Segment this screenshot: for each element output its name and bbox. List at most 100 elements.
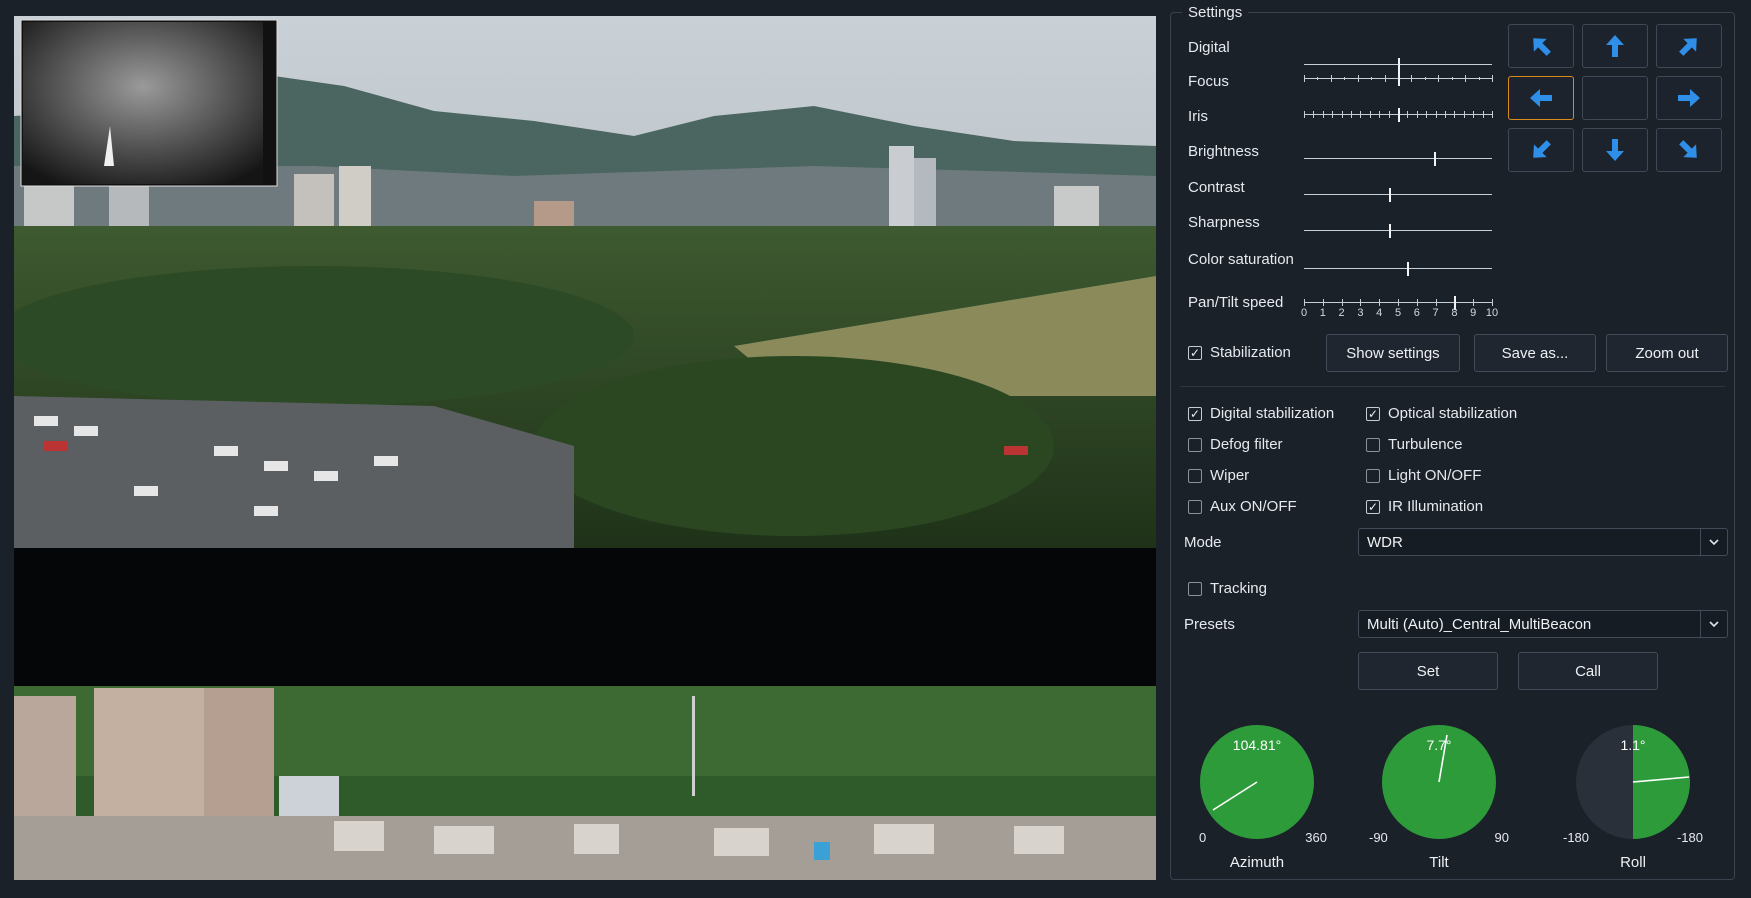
ptz-right-button[interactable] xyxy=(1656,76,1722,120)
option-label: Turbulence xyxy=(1388,436,1463,453)
speed-scale-label: 4 xyxy=(1376,307,1383,319)
ptz-up-button[interactable] xyxy=(1582,24,1648,68)
ptz-up-left-button[interactable] xyxy=(1508,24,1574,68)
label-contrast: Contrast xyxy=(1188,179,1245,196)
option-checkbox[interactable]: ✓ Digital stabilization xyxy=(1188,405,1334,422)
label-pan-tilt-speed: Pan/Tilt speed xyxy=(1188,294,1284,311)
arrow-down-left-icon xyxy=(1533,140,1551,158)
tracking-label: Tracking xyxy=(1210,580,1267,597)
preset-set-button[interactable]: Set xyxy=(1358,652,1498,690)
contrast-slider[interactable] xyxy=(1304,188,1492,202)
presets-select[interactable]: Multi (Auto)_Central_MultiBeacon xyxy=(1358,610,1728,638)
checkbox-box[interactable]: ✓ xyxy=(1188,406,1202,421)
dial-max-label: 90 xyxy=(1494,830,1509,845)
speed-scale-label: 0 xyxy=(1300,307,1308,319)
dial-caption: Roll xyxy=(1620,854,1646,871)
dial-caption: Tilt xyxy=(1429,854,1449,871)
checkbox-box[interactable] xyxy=(1366,468,1380,483)
show-settings-button[interactable]: Show settings xyxy=(1326,334,1460,372)
chevron-down-icon[interactable] xyxy=(1700,529,1727,555)
checkbox-box[interactable] xyxy=(1188,499,1202,514)
mode-label: Mode xyxy=(1184,534,1222,551)
label-sharpness: Sharpness xyxy=(1188,214,1260,231)
option-label: Defog filter xyxy=(1210,436,1283,453)
azimuth-dial: 104.81° 0 360 Azimuth xyxy=(1187,712,1327,872)
speed-scale-label: 8 xyxy=(1451,307,1458,319)
speed-scale-label: 9 xyxy=(1470,307,1477,319)
label-focus: Focus xyxy=(1188,73,1229,90)
tracking-checkbox[interactable]: Tracking xyxy=(1188,580,1267,597)
arrow-down-right-icon xyxy=(1679,140,1697,158)
save-as-button[interactable]: Save as... xyxy=(1474,334,1596,372)
arrow-left-icon xyxy=(1530,89,1552,107)
focus-slider[interactable] xyxy=(1304,72,1493,86)
dial-value: 1.1° xyxy=(1620,737,1646,753)
speed-scale-label: 1 xyxy=(1319,307,1326,319)
option-checkbox[interactable]: Light ON/OFF xyxy=(1366,467,1481,484)
sharpness-slider[interactable] xyxy=(1304,224,1492,238)
dial-max-label: 360 xyxy=(1305,830,1327,845)
option-checkbox[interactable]: ✓ IR Illumination xyxy=(1366,498,1483,515)
option-checkbox[interactable]: ✓ Optical stabilization xyxy=(1366,405,1517,422)
arrow-up-icon xyxy=(1606,35,1624,57)
preset-call-button[interactable]: Call xyxy=(1518,652,1658,690)
option-checkbox[interactable]: Defog filter xyxy=(1188,436,1283,453)
option-label: IR Illumination xyxy=(1388,498,1484,515)
dial-min-label: 0 xyxy=(1199,830,1207,845)
digital-slider[interactable] xyxy=(1304,58,1492,72)
option-label: Aux ON/OFF xyxy=(1210,498,1297,515)
speed-scale-label: 7 xyxy=(1432,307,1439,319)
section-divider xyxy=(1180,386,1725,387)
stabilization-checkbox[interactable]: ✓ Stabilization xyxy=(1188,344,1291,361)
ptz-up-right-button[interactable] xyxy=(1656,24,1722,68)
option-checkbox[interactable]: Turbulence xyxy=(1366,436,1463,453)
iris-slider[interactable] xyxy=(1304,108,1493,122)
speed-scale-label: 6 xyxy=(1413,307,1420,319)
option-checkbox[interactable]: Aux ON/OFF xyxy=(1188,498,1297,515)
checkbox-box[interactable]: ✓ xyxy=(1366,499,1380,514)
checkbox-box[interactable] xyxy=(1188,437,1202,452)
arrow-down-icon xyxy=(1606,139,1624,161)
label-digital: Digital xyxy=(1188,39,1230,56)
tracking-box[interactable] xyxy=(1188,581,1202,596)
ptz-left-button[interactable] xyxy=(1508,76,1574,120)
brightness-slider[interactable] xyxy=(1304,152,1492,166)
arrow-up-left-icon xyxy=(1533,38,1551,56)
color-saturation-slider[interactable] xyxy=(1304,262,1492,276)
checkbox-box[interactable]: ✓ xyxy=(1366,406,1380,421)
ptz-down-button[interactable] xyxy=(1582,128,1648,172)
ptz-down-left-button[interactable] xyxy=(1508,128,1574,172)
dial-max-label: -180 xyxy=(1676,830,1703,845)
chevron-down-icon[interactable] xyxy=(1700,611,1727,637)
main-camera-view xyxy=(14,16,1156,548)
stabilization-box[interactable]: ✓ xyxy=(1188,345,1202,360)
checkbox-box[interactable] xyxy=(1366,437,1380,452)
option-label: Optical stabilization xyxy=(1388,405,1518,422)
option-checkbox[interactable]: Wiper xyxy=(1188,467,1249,484)
settings-panel: Settings Digital Focus Iris Brightness C… xyxy=(1170,4,1735,882)
pan-tilt-speed-scale: 0 1 2 3 4 5 6 7 8 9 10 xyxy=(1300,307,1498,321)
checkbox-box[interactable] xyxy=(1188,468,1202,483)
ptz-down-right-button[interactable] xyxy=(1656,128,1722,172)
dial-value: 104.81° xyxy=(1232,737,1282,753)
label-color-saturation: Color saturation xyxy=(1188,251,1294,268)
dial-face xyxy=(1382,725,1496,839)
option-label: Digital stabilization xyxy=(1210,405,1335,422)
zoom-out-button[interactable]: Zoom out xyxy=(1606,334,1728,372)
arrow-right-icon xyxy=(1678,89,1700,107)
speed-scale-label: 5 xyxy=(1394,307,1402,319)
dial-value: 7.7° xyxy=(1426,737,1452,753)
secondary-camera-view xyxy=(14,686,1156,880)
mode-value: WDR xyxy=(1367,533,1403,551)
speed-scale-label: 3 xyxy=(1357,307,1364,319)
option-label: Wiper xyxy=(1210,467,1250,484)
arrow-up-right-icon xyxy=(1679,38,1697,56)
dial-caption: Azimuth xyxy=(1229,854,1285,871)
speed-scale-label: 2 xyxy=(1338,307,1345,319)
speed-scale-label: 10 xyxy=(1485,307,1499,319)
tilt-dial: 7.7° -90 90 Tilt xyxy=(1369,712,1509,872)
dial-min-label: -180 xyxy=(1563,830,1590,845)
presets-label: Presets xyxy=(1184,616,1235,633)
mode-select[interactable]: WDR xyxy=(1358,528,1728,556)
ptz-center-button[interactable] xyxy=(1582,76,1648,120)
